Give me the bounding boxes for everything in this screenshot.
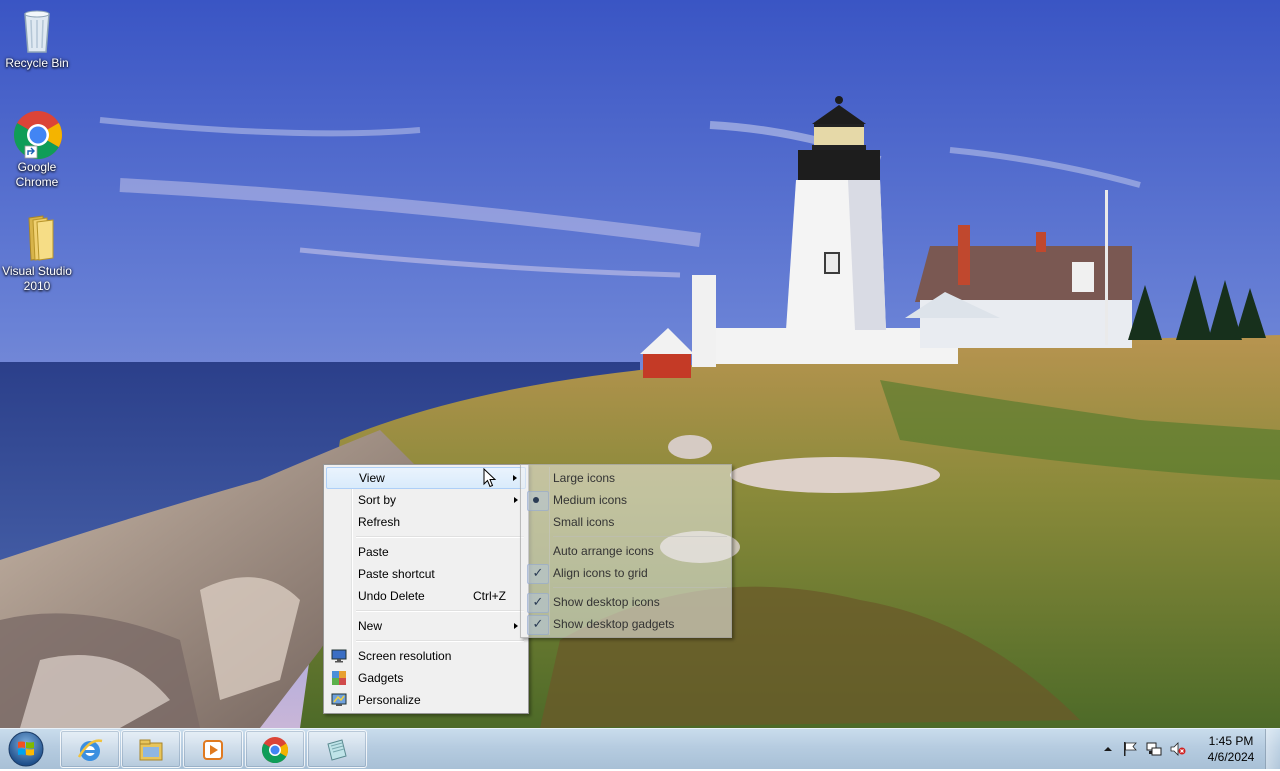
show-desktop-button[interactable] [1265,729,1280,769]
menu-item-label: Sort by [358,493,397,507]
clock-date: 4/6/2024 [1207,750,1255,764]
show-hidden-icons-chevron[interactable] [1100,741,1116,757]
submenu-item-large-icons[interactable]: Large icons [523,467,729,489]
monitor-icon [331,648,347,664]
menu-item-gadgets[interactable]: Gadgets [326,667,526,689]
submenu-arrow-icon [514,623,518,629]
menu-item-label: Gadgets [358,671,404,685]
menu-item-label: Medium icons [553,493,628,507]
menu-item-label: Personalize [358,693,421,707]
menu-item-label: Refresh [358,515,401,529]
taskbar-internet-explorer[interactable] [60,730,120,768]
menu-item-label: Undo Delete [358,589,425,603]
menu-item-paste-shortcut[interactable]: Paste shortcut [326,563,526,585]
checkmark-icon: ✓ [532,616,544,631]
menu-item-label: View [359,471,385,485]
mouse-pointer-icon [483,468,497,488]
menu-item-label: Screen resolution [358,649,452,663]
system-clock[interactable]: 1:45 PM 4/6/2024 [1196,733,1266,765]
volume-muted-icon[interactable] [1170,741,1186,757]
chrome-icon [13,110,63,160]
menu-separator [553,536,727,537]
gadgets-icon [331,670,347,686]
chrome-icon [261,737,289,764]
checkmark-icon: ✓ [532,565,544,580]
network-icon[interactable] [1146,741,1162,757]
submenu-item-medium-icons[interactable]: Medium icons [523,489,729,511]
menu-item-undo-delete[interactable]: Undo Delete Ctrl+Z [326,585,526,607]
menu-item-label: Paste shortcut [358,567,435,581]
media-player-icon [203,740,223,760]
menu-item-personalize[interactable]: Personalize [326,689,526,711]
menu-item-new[interactable]: New [326,615,526,637]
start-button[interactable] [4,730,48,768]
checkmark-icon: ✓ [532,594,544,609]
taskbar-notepad[interactable] [307,730,367,768]
submenu-arrow-icon [513,475,517,481]
menu-item-paste[interactable]: Paste [326,541,526,563]
menu-item-label: Show desktop icons [553,595,660,609]
menu-item-label: New [358,619,383,633]
menu-item-label: Small icons [553,515,615,529]
desktop-icon-recycle-bin[interactable]: Recycle Bin [0,6,74,71]
desktop-icon-google-chrome[interactable]: Google Chrome [0,110,74,190]
desktop-icon-label: Google Chrome [15,160,59,189]
menu-item-label: Auto arrange icons [553,544,654,558]
windows-start-orb-icon [8,731,44,767]
internet-explorer-icon [77,739,103,761]
menu-item-screen-resolution[interactable]: Screen resolution [326,645,526,667]
submenu-item-small-icons[interactable]: Small icons [523,511,729,533]
submenu-item-auto-arrange-icons[interactable]: Auto arrange icons [523,540,729,562]
menu-item-label: Large icons [553,471,616,485]
submenu-item-show-desktop-gadgets[interactable]: ✓ Show desktop gadgets [523,613,729,635]
menu-item-label: Show desktop gadgets [553,617,675,631]
menu-item-sort-by[interactable]: Sort by [326,489,526,511]
menu-separator [356,536,524,538]
menu-item-refresh[interactable]: Refresh [326,511,526,533]
desktop-icon-visual-studio-2010[interactable]: Visual Studio 2010 [0,214,74,294]
notepad-icon [327,739,347,761]
submenu-item-show-desktop-icons[interactable]: ✓ Show desktop icons [523,591,729,613]
taskbar-google-chrome[interactable] [245,730,305,768]
windows-explorer-icon [139,739,163,761]
clock-time: 1:45 PM [1208,734,1254,748]
submenu-item-align-icons-to-grid[interactable]: ✓ Align icons to grid [523,562,729,584]
desktop-context-menu: View Sort by Refresh Paste Paste shortcu… [323,464,529,714]
desktop-icon-label: Recycle Bin [5,56,69,70]
submenu-arrow-icon [514,497,518,503]
radio-bullet-icon [533,497,539,503]
personalize-icon [331,692,347,708]
view-submenu: Large icons Medium icons Small icons Aut… [520,464,732,638]
desktop-icon-label: Visual Studio 2010 [2,264,72,293]
shortcut-text: Ctrl+Z [473,589,506,603]
recycle-bin-icon [13,6,61,54]
action-center-flag-icon[interactable] [1122,741,1138,757]
menu-item-label: Paste [358,545,389,559]
taskbar: 1:45 PM 4/6/2024 [0,728,1280,769]
taskbar-media-player[interactable] [183,730,243,768]
menu-item-label: Align icons to grid [553,566,648,580]
menu-separator [356,640,524,642]
folder-icon [13,214,61,262]
taskbar-windows-explorer[interactable] [121,730,181,768]
menu-separator [356,610,524,612]
menu-separator [553,587,727,588]
